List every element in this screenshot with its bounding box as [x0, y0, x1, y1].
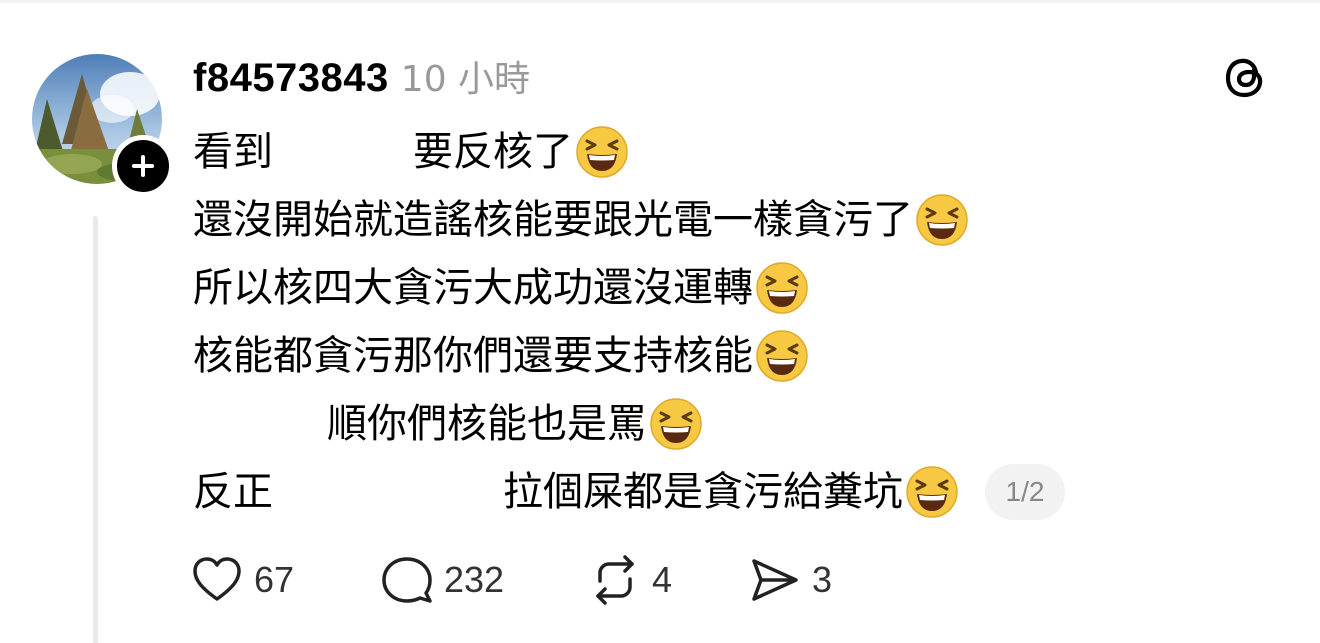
action-bar: 67 232 4 3	[190, 548, 868, 612]
heart-icon	[193, 557, 241, 601]
post-line-1-part-2: 要反核了	[413, 129, 573, 175]
post-header: f84573843 10 小時	[193, 50, 530, 100]
post-line-5-text: 順你們核能也是罵	[327, 401, 647, 447]
post-line-6: 反正 拉個屎都是貪污給糞坑 1/2	[193, 458, 1065, 526]
grinning-squinting-face-icon	[756, 262, 808, 314]
post-line-2-text: 還沒開始就造謠核能要跟光電一樣貪污了	[193, 197, 913, 243]
share-count: 3	[812, 559, 833, 600]
top-divider	[0, 0, 1320, 3]
post-line-4-text: 核能都貪污那你們還要支持核能	[193, 333, 753, 379]
thread-connector-line	[93, 216, 98, 643]
post-line-1-part-1: 看到	[193, 129, 273, 175]
post-line-3-text: 所以核四大貪污大成功還沒運轉	[193, 265, 753, 311]
grinning-squinting-face-icon	[756, 330, 808, 382]
threads-post: f84573843 10 小時 看到 要反核了 還沒開始就造謠核能要跟光電一樣貪…	[0, 0, 1320, 643]
post-line-4: 核能都貪污那你們還要支持核能	[193, 322, 1065, 390]
repost-button[interactable]: 4	[588, 553, 748, 607]
send-icon	[752, 559, 798, 601]
plus-icon	[132, 155, 154, 177]
post-line-6-part-1: 反正	[193, 469, 273, 515]
grinning-squinting-face-icon	[576, 126, 628, 178]
post-line-5: 順你們核能也是罵	[193, 390, 1065, 458]
share-button[interactable]: 3	[748, 553, 868, 607]
grinning-squinting-face-icon	[906, 466, 958, 518]
repost-count: 4	[652, 559, 673, 600]
grinning-squinting-face-icon	[650, 398, 702, 450]
post-line-2: 還沒開始就造謠核能要跟光電一樣貪污了	[193, 186, 1065, 254]
post-body: 看到 要反核了 還沒開始就造謠核能要跟光電一樣貪污了 所以核四大貪污大成功還沒運…	[193, 118, 1065, 526]
page-indicator[interactable]: 1/2	[985, 464, 1065, 520]
post-line-1: 看到 要反核了	[193, 118, 1065, 186]
reply-button[interactable]: 232	[380, 553, 588, 607]
username[interactable]: f84573843	[193, 56, 389, 101]
like-count: 67	[254, 559, 295, 600]
repost-icon	[596, 555, 634, 605]
post-line-6-part-2: 拉個屎都是貪污給糞坑	[503, 469, 903, 515]
like-button[interactable]: 67	[190, 553, 380, 607]
post-line-3: 所以核四大貪污大成功還沒運轉	[193, 254, 1065, 322]
grinning-squinting-face-icon	[916, 194, 968, 246]
threads-logo-icon[interactable]	[1222, 52, 1272, 102]
speech-bubble-icon	[382, 557, 432, 603]
timestamp: 10 小時	[400, 59, 531, 100]
reply-count: 232	[444, 559, 505, 600]
follow-button[interactable]	[112, 135, 174, 197]
